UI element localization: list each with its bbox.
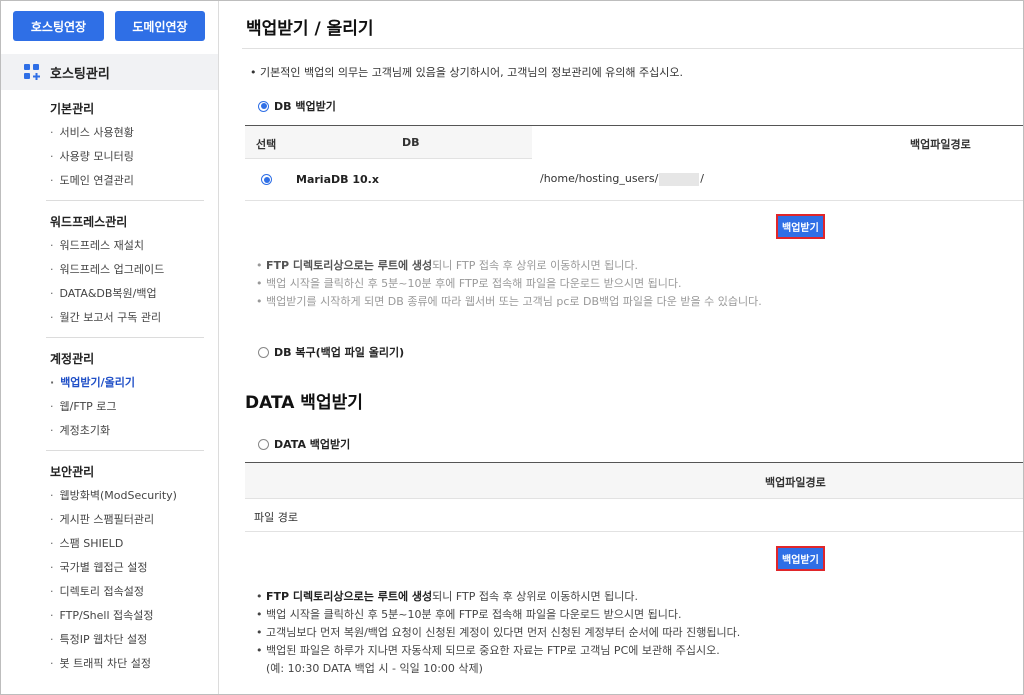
table-header: 선택 DB 백업파일경로 [245, 125, 1024, 159]
db-backup-label: DB 백업받기 [274, 100, 336, 113]
sidebar-top-buttons: 호스팅연장 도메인연장 [0, 0, 218, 41]
radio-unselected[interactable] [258, 346, 269, 358]
group-account: 계정관리 · 백업받기/올리기 · 웹/FTP 로그 · 계정초기화 [0, 346, 218, 442]
sidebar-item-spam-filter[interactable]: · 게시판 스팸필터관리 [0, 507, 218, 531]
main-content: 백업받기 / 올리기 • 기본적인 백업의 의무는 고객님께 있음을 상기하시어… [220, 0, 1024, 695]
hosting-extend-button[interactable]: 호스팅연장 [13, 11, 104, 41]
sidebar-item-service-usage[interactable]: · 서비스 사용현황 [0, 120, 218, 144]
radio-selected[interactable] [258, 100, 269, 112]
group-security: 보안관리 · 웹방화벽(ModSecurity) · 게시판 스팸필터관리 · 스팸 … [0, 459, 218, 675]
group-title: 기본관리 [50, 101, 95, 116]
table-header: 백업파일경로 [245, 462, 1024, 499]
sidebar-item-bot-block[interactable]: · 봇 트래픽 차단 설정 [0, 651, 218, 675]
data-section-title: DATA 백업받기 [245, 393, 363, 413]
sidebar-item-spam-shield[interactable]: · 스팸 SHIELD [0, 531, 218, 555]
sidebar-item-monthly-report[interactable]: · 월간 보고서 구독 관리 [0, 305, 218, 329]
data-backup-option[interactable]: DATA 백업받기 [258, 436, 350, 452]
sidebar-item-usage-monitoring[interactable]: · 사용량 모니터링 [0, 144, 218, 168]
db-backup-option[interactable]: DB 백업받기 [258, 98, 336, 114]
group-wordpress: 워드프레스관리 · 워드프레스 재설치 · 워드프레스 업그레이드 · DATA&DB… [0, 209, 218, 329]
sidebar-item-web-ftp-log[interactable]: · 웹/FTP 로그 [0, 394, 218, 418]
note-example: (예: 10:30 DATA 백업 시 - 익일 10:00 삭제) [266, 662, 483, 675]
table-row: MariaDB 10.x /home/hosting_users// [245, 159, 1024, 201]
masked-username [659, 172, 700, 186]
group-title: 계정관리 [50, 351, 95, 366]
col-select: 선택 [256, 138, 277, 151]
notice-text: • 기본적인 백업의 의무는 고객님께 있음을 상기하시어, 고객님의 정보관리… [250, 66, 684, 79]
sidebar-item-ip-block[interactable]: · 특정IP 웹차단 설정 [0, 627, 218, 651]
db-row-radio[interactable] [261, 174, 272, 185]
note-item: 고객님보다 먼저 복원/백업 요청이 신청된 계정이 있다면 먼저 신청된 계정… [256, 624, 740, 642]
note-item: 백업 시작을 클릭하신 후 5분~10분 후에 FTP로 접속해 파일을 다운로… [256, 275, 762, 293]
sidebar-item-waf[interactable]: · 웹방화벽(ModSecurity) [0, 483, 218, 507]
db-notes: FTP 디렉토리상으로는 루트에 생성되니 FTP 접속 후 상위로 이동하시면… [256, 257, 762, 311]
sidebar: 호스팅연장 도메인연장 호스팅관리 기본관리 · 서비스 사용현황 · 사용량 모니… [0, 0, 219, 695]
sidebar-item-ftp-shell-access[interactable]: · FTP/Shell 접속설정 [0, 603, 218, 627]
note-item: 백업 시작을 클릭하신 후 5분~10분 후에 FTP로 접속해 파일을 다운로… [256, 606, 740, 624]
domain-extend-button[interactable]: 도메인연장 [114, 11, 205, 41]
note-item: FTP 디렉토리상으로는 루트에 생성되니 FTP 접속 후 상위로 이동하시면… [256, 257, 762, 275]
data-backup-label: DATA 백업받기 [274, 438, 351, 451]
sidebar-item-wp-reinstall[interactable]: · 워드프레스 재설치 [0, 233, 218, 257]
divider [46, 200, 204, 201]
col-backup-path: 백업파일경로 [910, 138, 971, 151]
menu-title: 호스팅관리 [50, 66, 110, 82]
sidebar-item-account-reset[interactable]: · 계정초기화 [0, 418, 218, 442]
db-restore-label: DB 복구(백업 파일 올리기) [274, 346, 405, 359]
divider [46, 450, 204, 451]
db-download-button[interactable]: 백업받기 [776, 214, 825, 239]
sidebar-item-wp-upgrade[interactable]: · 워드프레스 업그레이드 [0, 257, 218, 281]
grid-plus-icon [24, 64, 40, 80]
note-item: 백업받기를 시작하게 되면 DB 종류에 따라 웹서버 또는 고객님 pc로 D… [256, 293, 762, 311]
db-backup-table: 선택 DB 백업파일경로 MariaDB 10.x /home/hosting_… [245, 125, 1024, 201]
group-basic: 기본관리 · 서비스 사용현황 · 사용량 모니터링 · 도메인 연결관리 [0, 96, 218, 192]
data-notes: FTP 디렉토리상으로는 루트에 생성되니 FTP 접속 후 상위로 이동하시면… [256, 588, 740, 678]
sidebar-item-data-db-restore[interactable]: · DATA&DB복원/백업 [0, 281, 218, 305]
col-db: DB [402, 136, 420, 149]
file-path-label: 파일 경로 [254, 511, 298, 524]
group-title: 워드프레스관리 [50, 214, 128, 229]
note-item: 백업된 파일은 하루가 지나면 자동삭제 되므로 중요한 자료는 FTP로 고객… [256, 642, 740, 660]
radio-unselected[interactable] [258, 438, 269, 450]
note-item: FTP 디렉토리상으로는 루트에 생성되니 FTP 접속 후 상위로 이동하시면… [256, 588, 740, 606]
db-restore-option[interactable]: DB 복구(백업 파일 올리기) [258, 344, 404, 360]
table-row: 파일 경로 [245, 499, 1024, 532]
data-download-button[interactable]: 백업받기 [776, 546, 825, 571]
data-backup-table: 백업파일경로 파일 경로 [245, 462, 1024, 532]
sidebar-item-domain-connection[interactable]: · 도메인 연결관리 [0, 168, 218, 192]
hosting-menu-header[interactable]: 호스팅관리 [0, 54, 218, 90]
page-title: 백업받기 / 올리기 [246, 19, 374, 39]
db-backup-path: /home/hosting_users// [540, 172, 705, 186]
sidebar-item-backup-upload[interactable]: · 백업받기/올리기 [0, 370, 218, 394]
col-backup-path: 백업파일경로 [765, 476, 826, 489]
db-name: MariaDB 10.x [296, 173, 379, 186]
divider [46, 337, 204, 338]
group-title: 보안관리 [50, 464, 95, 479]
divider [242, 48, 1024, 49]
sidebar-item-directory-access[interactable]: · 디렉토리 접속설정 [0, 579, 218, 603]
sidebar-item-country-access[interactable]: · 국가별 웹접근 설정 [0, 555, 218, 579]
